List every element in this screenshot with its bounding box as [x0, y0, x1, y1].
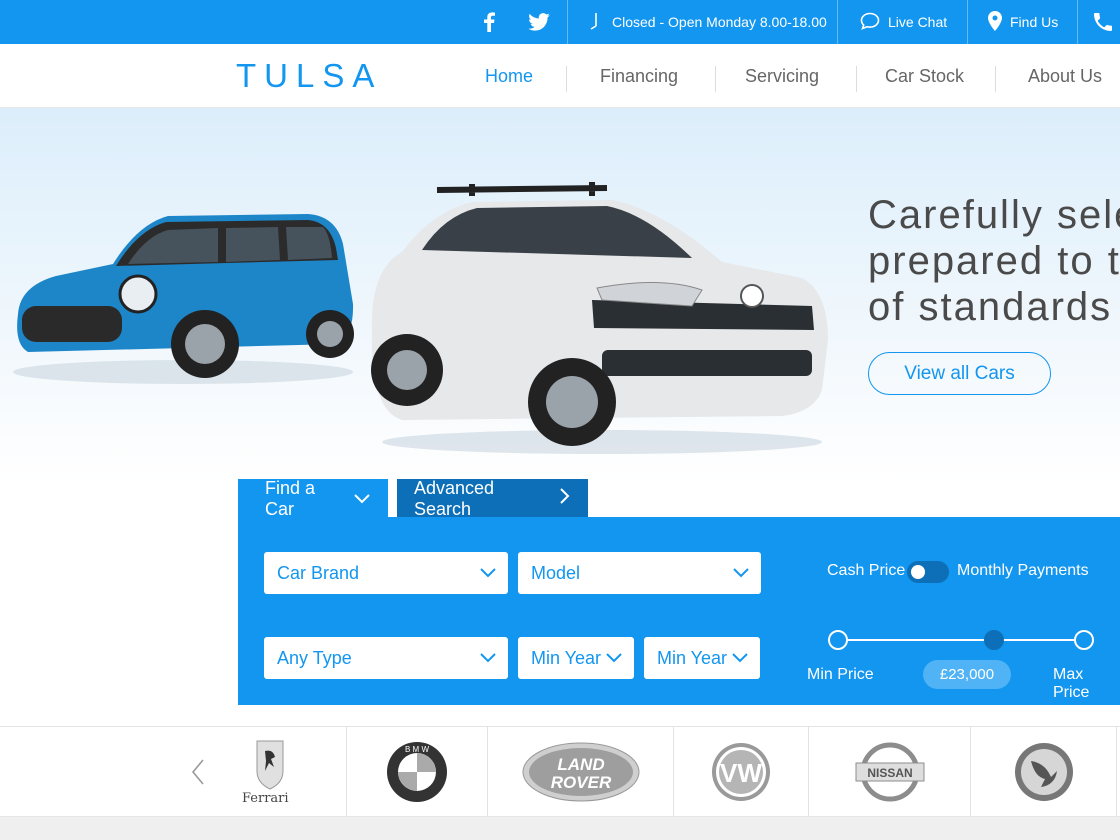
- cash-price-label: Cash Price: [827, 562, 906, 579]
- brand-divider: [1116, 727, 1117, 817]
- chevron-down-icon: [480, 568, 496, 578]
- price-value-handle[interactable]: [984, 630, 1004, 650]
- brand-carousel: Ferrari B M W LAND ROVER VW NISSAN: [0, 726, 1120, 817]
- find-us-label: Find Us: [1010, 14, 1059, 30]
- min-year-value-2: Min Year: [657, 647, 728, 668]
- nav-divider: [715, 66, 716, 92]
- chevron-left-icon: [191, 759, 204, 785]
- type-select[interactable]: Any Type: [264, 637, 508, 679]
- chevron-right-icon: [560, 488, 570, 509]
- live-chat-link[interactable]: Live Chat: [860, 0, 947, 44]
- land-rover-line-2: ROVER: [550, 773, 611, 792]
- toggle-knob: [911, 565, 925, 579]
- price-value-badge: £23,000: [923, 660, 1011, 689]
- hero-headline-line: Carefully sele: [868, 193, 1120, 237]
- topbar-divider: [967, 0, 968, 44]
- type-value: Any Type: [277, 647, 352, 668]
- nav-divider: [995, 66, 996, 92]
- land-rover-line-1: LAND: [557, 755, 604, 774]
- topbar-divider: [1077, 0, 1078, 44]
- site-logo[interactable]: TULSA: [236, 57, 382, 95]
- nissan-logo[interactable]: NISSAN: [809, 727, 970, 817]
- nav-car-stock[interactable]: Car Stock: [885, 66, 964, 87]
- twitter-icon[interactable]: [528, 0, 550, 44]
- clock-icon: [590, 12, 604, 33]
- min-price-label: Min Price: [807, 666, 874, 683]
- view-all-cars-button[interactable]: View all Cars: [868, 352, 1051, 395]
- price-slider-track[interactable]: [838, 639, 1084, 641]
- tab-advanced-search[interactable]: Advanced Search: [397, 477, 588, 519]
- ferrari-wordmark: Ferrari: [242, 791, 289, 806]
- min-year-select[interactable]: Min Year: [518, 637, 634, 679]
- car-brand-select[interactable]: Car Brand: [264, 552, 508, 594]
- find-us-link[interactable]: Find Us: [988, 0, 1058, 44]
- topbar-divider: [567, 0, 568, 44]
- nav-divider: [566, 66, 567, 92]
- nav-financing[interactable]: Financing: [600, 66, 678, 87]
- bmw-letters: B M W: [405, 745, 429, 754]
- chevron-down-icon: [354, 488, 370, 509]
- tab-advanced-search-label: Advanced Search: [414, 477, 495, 519]
- nav-divider: [856, 66, 857, 92]
- chevron-down-icon: [733, 568, 749, 578]
- hero-headline-line: of standards: [868, 285, 1113, 329]
- nav-about-us[interactable]: About Us: [1028, 66, 1102, 87]
- model-select[interactable]: Model: [518, 552, 761, 594]
- chevron-down-icon: [480, 653, 496, 663]
- live-chat-label: Live Chat: [888, 14, 948, 30]
- model-value: Model: [531, 562, 581, 583]
- nissan-wordmark: NISSAN: [867, 766, 912, 780]
- max-price-handle[interactable]: [1074, 630, 1094, 650]
- map-pin-icon: [988, 10, 1002, 34]
- vauxhall-logo[interactable]: [971, 727, 1116, 817]
- top-bar: Closed - Open Monday 8.00-18.00 Live Cha…: [0, 0, 1120, 44]
- carousel-prev-button[interactable]: [178, 727, 218, 817]
- white-suv-image: [371, 182, 828, 454]
- volkswagen-logo[interactable]: VW: [674, 727, 808, 817]
- hero-headline: Carefully sele prepared to t of standard…: [868, 192, 1120, 330]
- hours-text: Closed - Open Monday 8.00-18.00: [612, 14, 827, 30]
- tab-find-a-car-label: Find a Car: [265, 477, 316, 519]
- hours-info: Closed - Open Monday 8.00-18.00: [590, 0, 827, 44]
- footer-strip: [0, 816, 1120, 840]
- chevron-down-icon: [606, 653, 622, 663]
- nav-servicing[interactable]: Servicing: [745, 66, 819, 87]
- min-price-handle[interactable]: [828, 630, 848, 650]
- vw-letters: VW: [720, 758, 762, 788]
- site-header: TULSA Home Financing Servicing Car Stock…: [0, 44, 1120, 108]
- ferrari-logo[interactable]: Ferrari: [228, 727, 312, 817]
- car-brand-value: Car Brand: [277, 562, 360, 583]
- bmw-logo[interactable]: B M W: [347, 727, 487, 817]
- monthly-payments-label: Monthly Payments: [957, 562, 1089, 579]
- max-price-label: Max Price: [1053, 666, 1090, 701]
- min-year-value: Min Year: [531, 647, 602, 668]
- hero-banner: Carefully sele prepared to t of standard…: [0, 108, 1120, 480]
- min-year-select-2[interactable]: Min Year: [644, 637, 760, 679]
- chevron-down-icon: [732, 653, 748, 663]
- chat-bubble-icon: [860, 12, 880, 33]
- nav-home[interactable]: Home: [485, 66, 533, 87]
- blue-hatchback-image: [13, 214, 354, 384]
- topbar-divider: [837, 0, 838, 44]
- payment-toggle[interactable]: [907, 561, 949, 583]
- tab-find-a-car[interactable]: Find a Car: [238, 477, 388, 519]
- land-rover-logo[interactable]: LAND ROVER: [488, 727, 673, 817]
- facebook-icon[interactable]: [483, 0, 495, 44]
- phone-icon[interactable]: [1094, 0, 1112, 44]
- hero-headline-line: prepared to t: [868, 239, 1120, 283]
